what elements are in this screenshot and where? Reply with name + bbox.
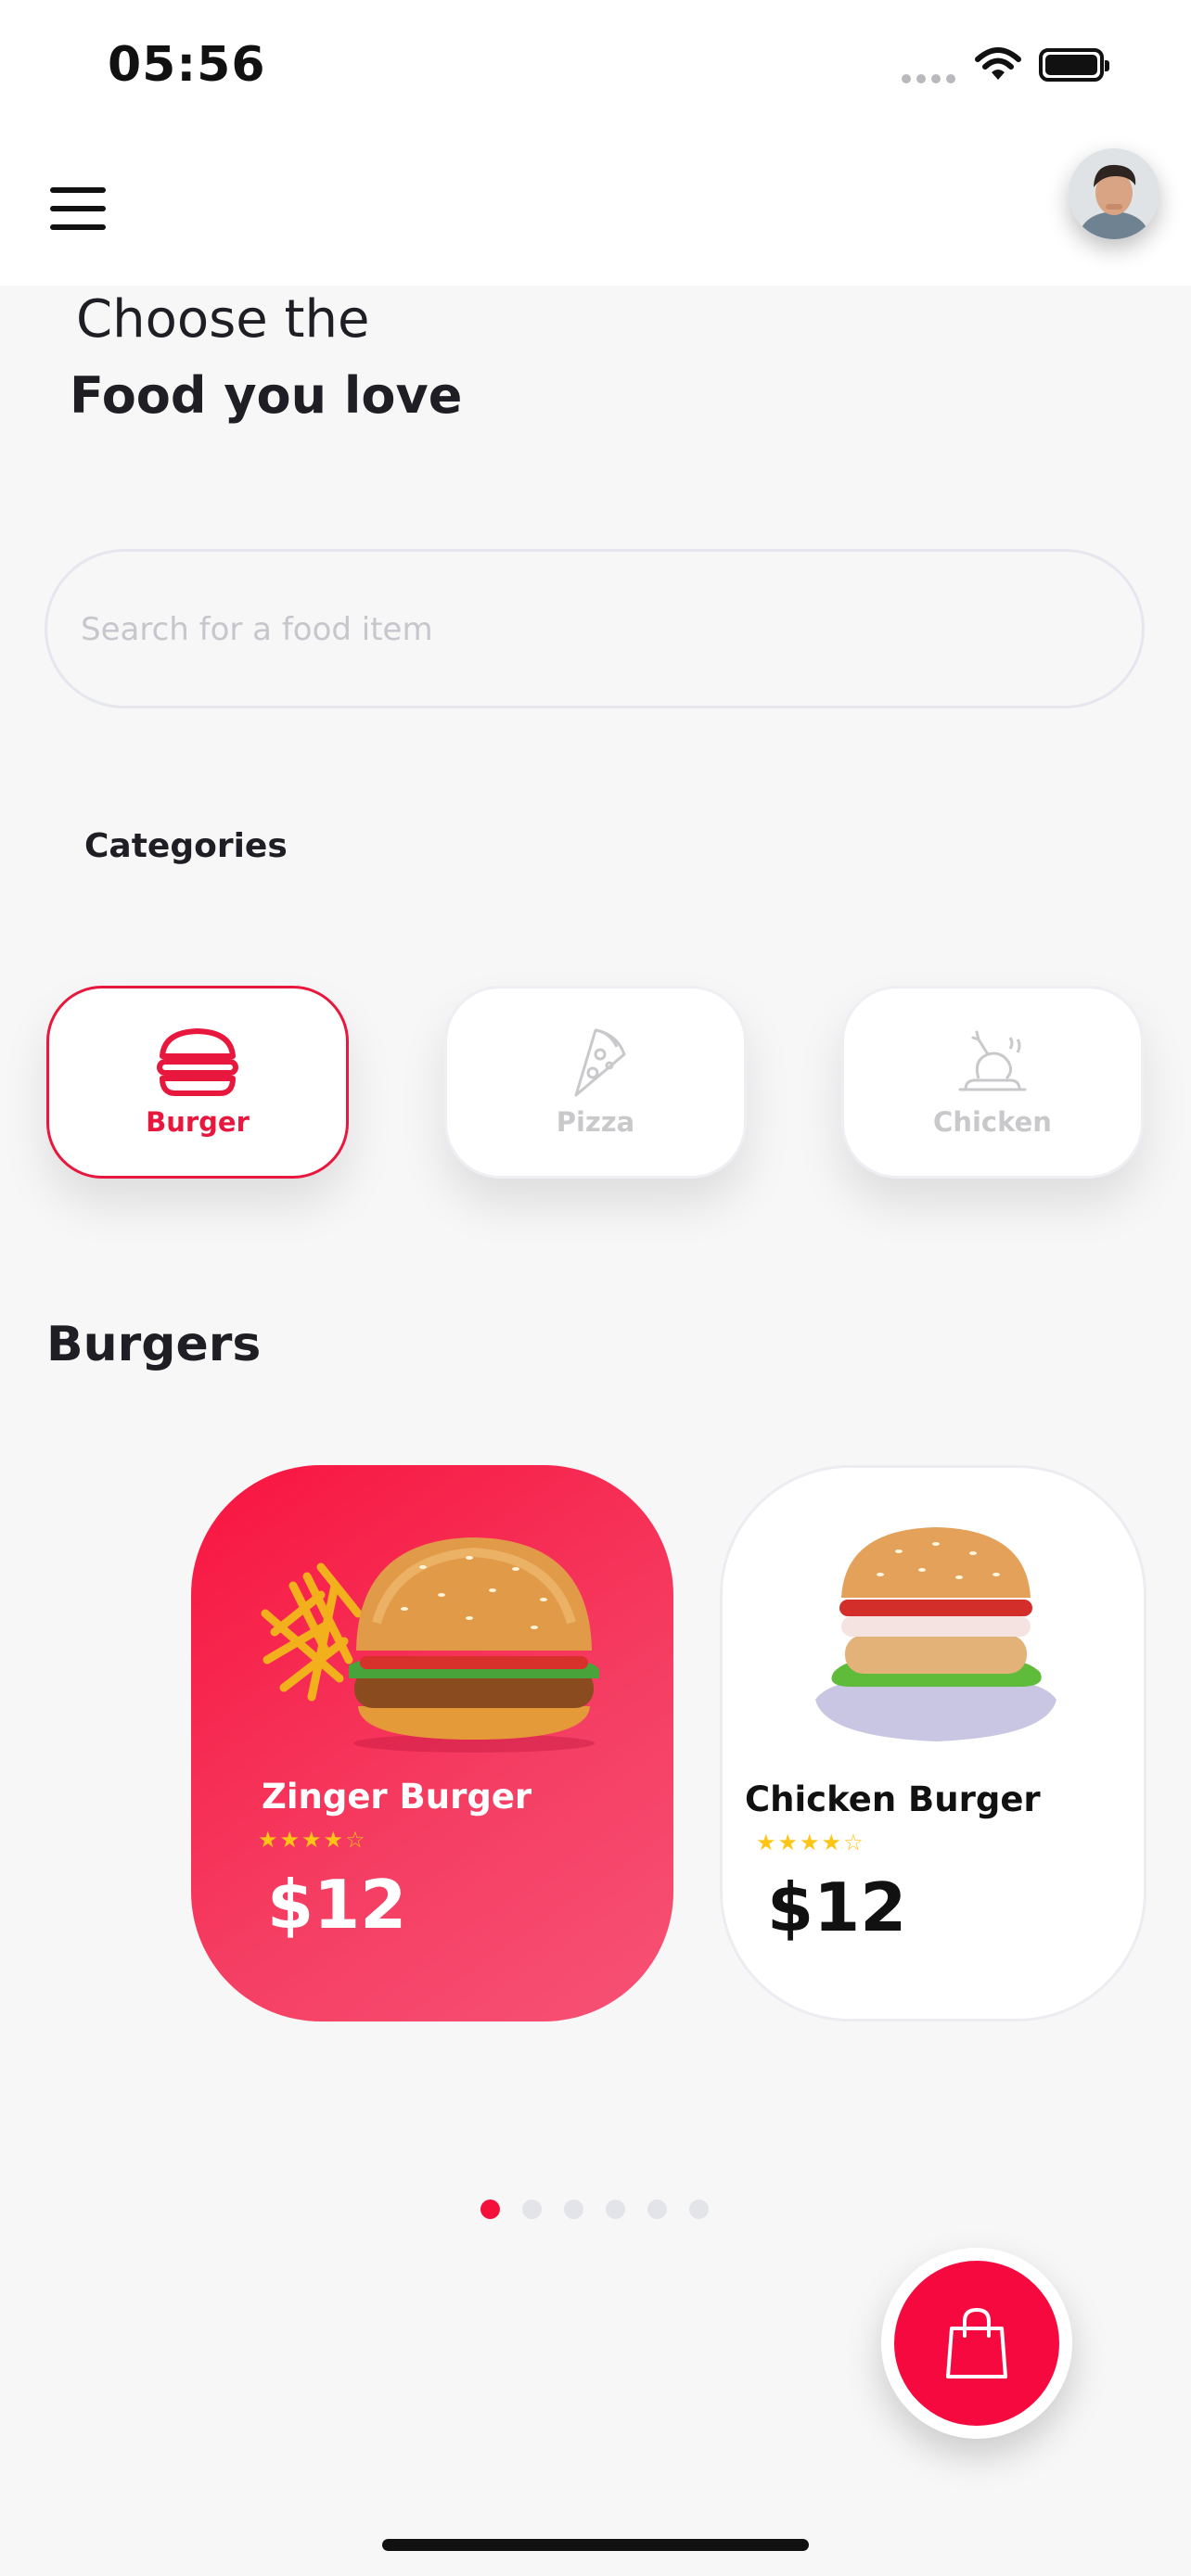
- category-pizza[interactable]: Pizza: [444, 986, 747, 1179]
- burger-icon: [157, 1028, 238, 1096]
- categories-title: Categories: [84, 827, 288, 865]
- wifi-icon: [975, 47, 1021, 80]
- rating-stars-icon: ★★★★☆: [258, 1827, 367, 1853]
- signal-icon: [902, 74, 955, 83]
- product-price: $12: [767, 1868, 907, 1946]
- menu-icon[interactable]: [50, 187, 106, 230]
- product-carousel[interactable]: Zinger Burger ★★★★☆ $12 Chicken Burger ★…: [191, 1465, 1146, 2021]
- page-dot[interactable]: [606, 2200, 625, 2219]
- app-bar: [0, 139, 1191, 286]
- greeting-line-1: Choose the: [76, 289, 370, 350]
- greeting-line-2: Food you love: [70, 366, 463, 425]
- chicken-burger-image: [815, 1527, 1057, 1741]
- category-burger[interactable]: Burger: [46, 986, 349, 1179]
- battery-icon: [1039, 48, 1109, 82]
- product-name: Zinger Burger: [262, 1777, 532, 1817]
- category-label: Pizza: [556, 1106, 635, 1138]
- product-card-chicken-burger[interactable]: Chicken Burger ★★★★☆ $12: [720, 1465, 1146, 2021]
- page-dot[interactable]: [522, 2200, 542, 2219]
- search-bar[interactable]: [45, 549, 1145, 708]
- page-dot[interactable]: [564, 2200, 583, 2219]
- product-card-zinger-burger[interactable]: Zinger Burger ★★★★☆ $12: [191, 1465, 673, 2021]
- cart-button[interactable]: [881, 2248, 1072, 2439]
- page-dot[interactable]: [647, 2200, 667, 2219]
- category-label: Burger: [146, 1106, 250, 1138]
- search-input[interactable]: [79, 552, 1103, 708]
- carousel-pagination[interactable]: [480, 2200, 709, 2219]
- page-dot[interactable]: [480, 2200, 500, 2219]
- profile-photo: [1069, 148, 1159, 239]
- product-price: $12: [267, 1866, 407, 1944]
- shopping-bag-icon: [946, 2307, 1007, 2378]
- status-bar: 05:56: [0, 0, 1191, 139]
- chicken-icon: [958, 1030, 1027, 1091]
- category-chicken[interactable]: Chicken: [841, 986, 1144, 1179]
- product-name: Chicken Burger: [745, 1779, 1041, 1819]
- category-label: Chicken: [933, 1106, 1052, 1138]
- section-title: Burgers: [46, 1317, 262, 1372]
- status-time: 05:56: [108, 37, 266, 93]
- avatar[interactable]: [1069, 148, 1159, 239]
- home-indicator: [382, 2539, 809, 2551]
- page-dot[interactable]: [689, 2200, 709, 2219]
- rating-stars-icon: ★★★★☆: [756, 1830, 865, 1855]
- pizza-icon: [574, 1028, 626, 1097]
- zinger-burger-image: [261, 1537, 599, 1753]
